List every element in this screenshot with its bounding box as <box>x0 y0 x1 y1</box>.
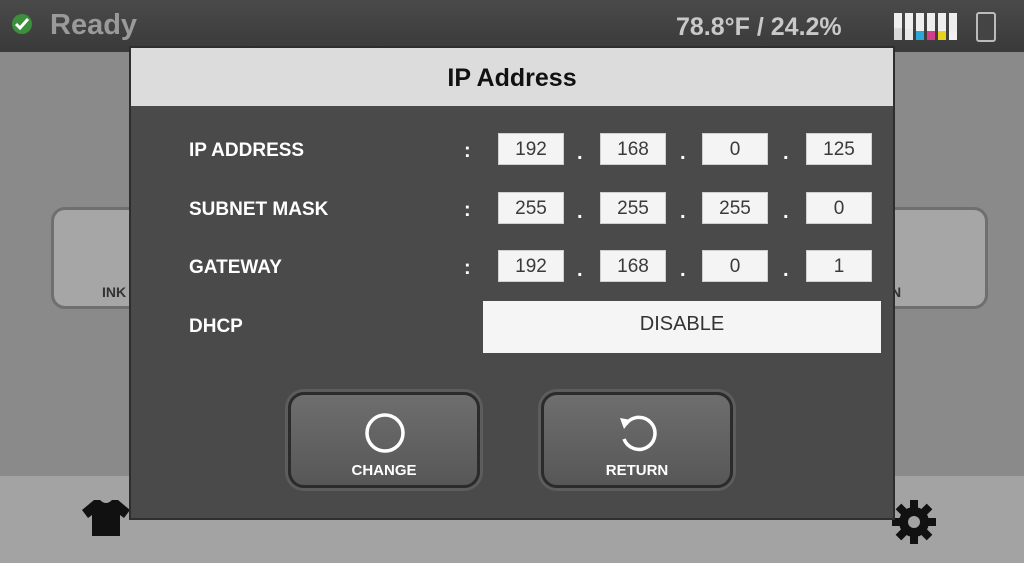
dot-separator: . <box>577 142 583 164</box>
subnet-mask-octet-4[interactable]: 0 <box>806 192 872 224</box>
status-text: Ready <box>50 9 138 41</box>
gear-icon <box>892 500 936 544</box>
waste-tank-icon <box>976 12 996 42</box>
ip-address-octet-1[interactable]: 192 <box>498 133 564 165</box>
dot-separator: . <box>680 142 686 164</box>
dot-separator: . <box>783 142 789 164</box>
dot-separator: . <box>680 259 686 281</box>
ip-address-octet-3[interactable]: 0 <box>702 133 768 165</box>
gateway-octet-3[interactable]: 0 <box>702 250 768 282</box>
dot-separator: . <box>577 259 583 281</box>
return-arrow-icon <box>620 415 657 452</box>
dialog-title: IP Address <box>131 48 893 106</box>
circle-icon <box>365 413 405 453</box>
ink-level-bar <box>938 13 946 40</box>
tshirt-icon <box>82 500 130 536</box>
ink-level-bar <box>894 13 902 40</box>
dhcp-toggle[interactable]: DISABLE <box>483 301 881 353</box>
ink-level-bar <box>916 13 924 40</box>
change-button[interactable]: CHANGE <box>288 392 480 488</box>
gateway-label: GATEWAY <box>189 257 282 278</box>
ink-level-bar <box>905 13 913 40</box>
dot-separator: . <box>783 259 789 281</box>
ip-address-dialog: IP Address IP ADDRESS : 192 . 168 . 0 . … <box>131 48 893 518</box>
check-icon <box>12 14 32 34</box>
return-button[interactable]: RETURN <box>541 392 733 488</box>
subnet-mask-label: SUBNET MASK <box>189 199 329 220</box>
ip-address-octet-4[interactable]: 125 <box>806 133 872 165</box>
gateway-octet-1[interactable]: 192 <box>498 250 564 282</box>
gateway-colon: : <box>464 257 471 279</box>
change-button-label: CHANGE <box>351 462 417 479</box>
subnet-mask-octet-3[interactable]: 255 <box>702 192 768 224</box>
ip-address-label: IP ADDRESS <box>189 140 305 161</box>
subnet-mask-colon: : <box>464 199 471 221</box>
ip-address-octet-2[interactable]: 168 <box>600 133 666 165</box>
status-bar: Ready 78.8°F / 24.2% <box>0 0 1024 50</box>
subnet-mask-octet-1[interactable]: 255 <box>498 192 564 224</box>
gateway-octet-2[interactable]: 168 <box>600 250 666 282</box>
dhcp-label: DHCP <box>189 316 243 337</box>
temperature-humidity-readout: 78.8°F / 24.2% <box>676 13 842 41</box>
ink-level-bar <box>949 13 957 40</box>
return-button-label: RETURN <box>605 462 669 479</box>
ip-address-colon: : <box>464 140 471 162</box>
dot-separator: . <box>680 201 686 223</box>
ink-tile-label: INK <box>102 284 127 300</box>
dot-separator: . <box>577 201 583 223</box>
subnet-mask-octet-2[interactable]: 255 <box>600 192 666 224</box>
gateway-octet-4[interactable]: 1 <box>806 250 872 282</box>
ink-level-bar <box>927 13 935 40</box>
dot-separator: . <box>783 201 789 223</box>
ink-levels <box>894 13 957 40</box>
